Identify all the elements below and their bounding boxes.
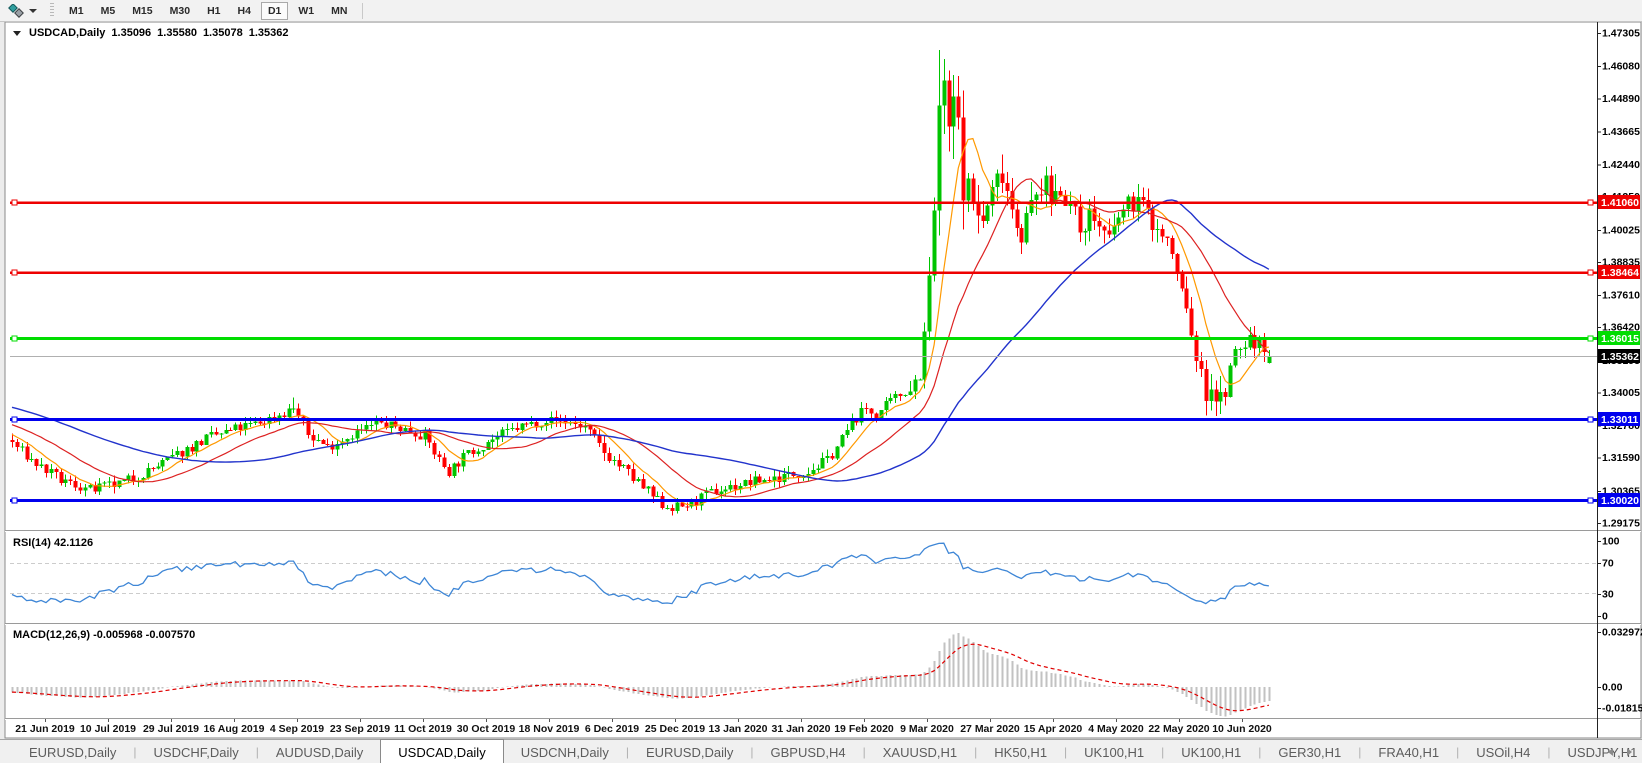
chart-tab-usdcad-daily[interactable]: USDCAD,Daily [380,739,504,763]
timeframe-button-m5[interactable]: M5 [94,2,123,20]
time-axis-label: 18 Nov 2019 [519,723,580,735]
macd-axis-tick: -0.018154 [1602,703,1642,715]
chart-tabs: EURUSD,Daily | USDCHF,Daily | AUDUSD,Daily US… [0,739,1642,763]
ohlc-high: 1.35580 [157,27,197,39]
ohlc-low: 1.35078 [202,27,243,39]
ohlc-open: 1.35096 [111,27,152,39]
chart-tab-eurusd-daily[interactable]: EURUSD,Daily [12,740,133,763]
rsi-axis-tick: 30 [1602,589,1614,601]
line-anchor[interactable] [1587,269,1594,276]
price-axis-tick: 1.44890 [1602,93,1640,105]
chart-tab-xauusd-h1[interactable]: XAUUSD,H1 [866,740,974,763]
timeframe-button-m30[interactable]: M30 [163,2,197,20]
macd-axis-tick: 0.032972 [1602,627,1642,639]
time-axis-label: 4 Sep 2019 [270,723,324,735]
line-anchor[interactable] [11,416,18,423]
chart-tab-usoil-h4[interactable]: USOil,H4 [1459,740,1547,763]
price-axis-label-text: 1.38464 [1601,267,1639,279]
line-anchor[interactable] [1587,416,1594,423]
price-axis-tick: 1.31590 [1602,452,1640,464]
line-anchor[interactable] [11,335,18,342]
price-axis-label-text: 1.30020 [1601,495,1639,507]
time-axis-label: 15 Apr 2020 [1024,723,1083,735]
tab-scroll-right-icon[interactable] [1627,748,1632,756]
chart-tab-uk100-h1[interactable]: UK100,H1 [1067,740,1161,763]
chevron-down-icon [29,8,37,13]
price-axis-tick: 1.40025 [1602,224,1640,236]
time-axis-label: 23 Sep 2019 [330,723,390,735]
timeframe-toolbar: M1 M5 M15 M30 H1 H4 D1 W1 MN [62,1,354,20]
chart-tab-fra40-h1[interactable]: FRA40,H1 [1361,740,1456,763]
price-axis-label-text: 1.35362 [1601,351,1639,363]
mt4-window: M1 M5 M15 M30 H1 H4 D1 W1 MN 1.47305 1.46080 1.448… [0,0,1642,763]
time-axis-label: 21 Jun 2019 [15,723,75,735]
rsi-axis-tick: 100 [1602,536,1620,548]
time-axis-label: 4 May 2020 [1088,723,1144,735]
timeframe-button-mn[interactable]: MN [324,2,354,20]
ohlc-close: 1.35362 [248,27,289,39]
price-axis-tick: 1.46080 [1602,61,1640,73]
price-axis-label-text: 1.41060 [1601,197,1639,209]
line-anchor[interactable] [11,199,18,206]
line-anchor[interactable] [1587,199,1594,206]
time-axis-label: 27 Mar 2020 [960,723,1020,735]
chart-title: USDCAD,Daily 1.35096 1.35580 1.35078 1.3… [13,27,288,39]
line-anchor[interactable] [1587,335,1594,342]
price-axis-tick: 1.29175 [1602,518,1640,530]
price-axis-label-text: 1.36015 [1601,333,1639,345]
timeframe-button-h4[interactable]: H4 [231,2,258,20]
chart-tab-gbpusd-h4[interactable]: GBPUSD,H4 [753,740,862,763]
time-axis-label: 29 Jul 2019 [143,723,199,735]
timeframe-button-h1[interactable]: H1 [200,2,227,20]
chart-canvas[interactable]: 1.473051.460801.448901.436651.424401.412… [0,0,1642,763]
timeframe-button-m1[interactable]: M1 [62,2,91,20]
chart-symbol-glyph [8,3,24,18]
time-axis-label: 6 Dec 2019 [585,723,639,735]
time-axis-label: 9 Mar 2020 [900,723,954,735]
rsi-axis-tick: 70 [1602,558,1614,570]
tab-scroll-buttons [1608,740,1632,763]
chart-tab-usdchf-daily[interactable]: USDCHF,Daily [137,740,256,763]
time-axis-label: 11 Oct 2019 [394,723,452,735]
price-axis-tick: 1.34005 [1602,387,1640,399]
macd-axis-tick: 0.00 [1602,682,1623,694]
price-axis-tick: 1.47305 [1602,28,1640,40]
time-axis-label: 31 Jan 2020 [772,723,831,735]
time-axis-label: 10 Jun 2020 [1212,723,1272,735]
line-anchor[interactable] [11,497,18,504]
chart-tab-hk50-h1[interactable]: HK50,H1 [977,740,1064,763]
price-axis-label-text: 1.33011 [1601,414,1639,426]
macd-indicator-label: MACD(12,26,9) -0.005968 -0.007570 [13,629,196,641]
chart-tab-uk100-h1[interactable]: UK100,H1 [1164,740,1258,763]
time-axis-label: 22 May 2020 [1148,723,1209,735]
timeframe-button-d1[interactable]: D1 [260,1,289,20]
tab-scroll-left-icon[interactable] [1608,748,1613,756]
time-axis-label: 13 Jan 2020 [709,723,768,735]
chart-symbol-period: USDCAD,Daily [29,27,106,39]
timeframe-button-m15[interactable]: M15 [125,2,159,20]
time-axis-label: 30 Oct 2019 [457,723,516,735]
line-anchor[interactable] [1587,497,1594,504]
chart-tab-bar: EURUSD,Daily | USDCHF,Daily | AUDUSD,Daily US… [0,739,1642,763]
time-axis-label: 16 Aug 2019 [204,723,265,735]
time-axis-label: 10 Jul 2019 [80,723,136,735]
chart-tab-ger30-h1[interactable]: GER30,H1 [1261,740,1358,763]
toolbar-separator [362,2,364,19]
chart-tab-usdcnh-daily[interactable]: USDCNH,Daily [504,740,626,763]
time-axis-label: 19 Feb 2020 [834,723,894,735]
price-axis-tick: 1.43665 [1602,126,1640,138]
timeframe-button-w1[interactable]: W1 [291,2,321,20]
price-axis-tick: 1.37610 [1602,290,1640,302]
time-axis-label: 25 Dec 2019 [645,723,705,735]
triangle-down-icon [13,30,21,36]
price-axis-tick: 1.42440 [1602,159,1640,171]
chart-tab-eurusd-daily[interactable]: EURUSD,Daily [629,740,750,763]
toolbar-grip [50,3,54,18]
toolbar: M1 M5 M15 M30 H1 H4 D1 W1 MN [0,0,1642,22]
chart-tab-audusd-daily[interactable]: AUDUSD,Daily [259,740,380,763]
rsi-axis-tick: 0 [1602,611,1608,623]
rsi-indicator-label: RSI(14) 42.1126 [13,537,94,549]
chart-symbol-icon[interactable] [4,3,40,19]
line-anchor[interactable] [11,269,18,276]
